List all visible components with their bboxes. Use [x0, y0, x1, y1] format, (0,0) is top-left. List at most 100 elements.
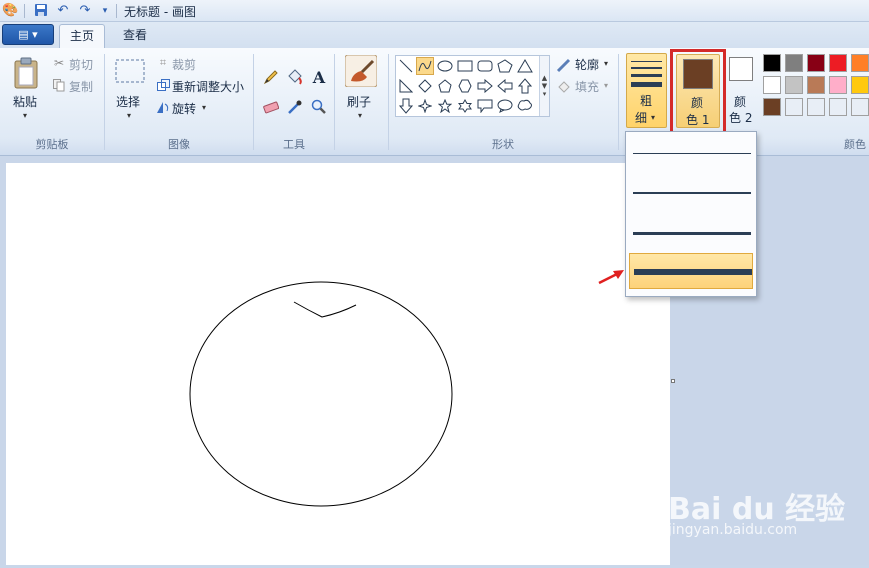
colors-group-label: 颜色	[844, 138, 866, 151]
size-option-size-3px[interactable]	[629, 175, 753, 211]
scroll-up-icon[interactable]: ▲	[542, 74, 547, 82]
rotate-dropdown-arrow[interactable]: ▾	[202, 103, 206, 112]
rectangle-shape-icon[interactable]	[456, 57, 474, 75]
magnifier-icon[interactable]	[309, 97, 329, 117]
divider	[24, 4, 25, 18]
size-dropdown-menu	[625, 131, 757, 297]
palette-swatch[interactable]	[785, 98, 803, 116]
crop-button[interactable]: 裁剪	[172, 56, 196, 73]
pentagon-shape-icon[interactable]	[436, 77, 454, 95]
shapes-scrollbar[interactable]: ▲ ▼ ▾	[539, 56, 549, 116]
select-dropdown-arrow[interactable]: ▾	[127, 111, 131, 120]
oval-shape-icon[interactable]	[436, 57, 454, 75]
scroll-down-icon[interactable]: ▼	[542, 82, 547, 90]
shapes-group-label: 形状	[492, 138, 514, 151]
text-tool-icon[interactable]: A	[309, 67, 329, 87]
curve-shape-icon[interactable]	[416, 57, 434, 75]
line-shape-icon[interactable]	[397, 57, 415, 75]
paste-button[interactable]: 粘贴	[13, 93, 37, 110]
palette-swatch[interactable]	[807, 76, 825, 94]
rotate-button[interactable]: 旋转	[172, 100, 196, 117]
eraser-icon[interactable]	[261, 97, 281, 117]
polygon-shape-icon[interactable]	[496, 57, 514, 75]
palette-swatch[interactable]	[851, 54, 869, 72]
five-point-star-shape-icon[interactable]	[436, 97, 454, 115]
paste-dropdown-arrow[interactable]: ▾	[23, 111, 27, 120]
right-arrow-shape-icon[interactable]	[476, 77, 494, 95]
size-option-line	[633, 232, 751, 235]
size-option-size-8px[interactable]	[629, 253, 753, 289]
customize-quick-access-icon[interactable]: ▾	[97, 3, 113, 19]
palette-swatch[interactable]	[763, 54, 781, 72]
color2-label-line2[interactable]: 色 2	[729, 109, 752, 126]
copy-button[interactable]: 复制	[69, 78, 93, 95]
cloud-callout-shape-icon[interactable]	[516, 97, 534, 115]
scissors-icon: ✂	[53, 56, 65, 70]
canvas-resize-handle[interactable]	[671, 379, 675, 383]
undo-icon[interactable]: ↶	[55, 3, 71, 19]
rectangle-callout-shape-icon[interactable]	[476, 97, 494, 115]
select-button[interactable]: 选择	[116, 93, 140, 110]
four-point-star-shape-icon[interactable]	[416, 97, 434, 115]
watermark-url: jingyan.baidu.com	[668, 522, 798, 538]
size-dropdown-arrow: ▾	[651, 113, 656, 122]
down-arrow-shape-icon[interactable]	[397, 97, 415, 115]
brushes-icon[interactable]	[345, 55, 377, 87]
palette-swatch[interactable]	[785, 76, 803, 94]
size-option-size-1px[interactable]	[629, 135, 753, 171]
brushes-button[interactable]: 刷子	[347, 93, 371, 110]
palette-swatch[interactable]	[785, 54, 803, 72]
size-button[interactable]: 粗 细 ▾	[626, 53, 667, 128]
palette-swatch[interactable]	[829, 98, 847, 116]
rounded-rectangle-shape-icon[interactable]	[476, 57, 494, 75]
palette-swatch[interactable]	[807, 98, 825, 116]
paste-icon[interactable]	[12, 56, 40, 90]
tab-home[interactable]: 主页	[59, 24, 105, 48]
six-point-star-shape-icon[interactable]	[456, 97, 474, 115]
app-menu-button[interactable]: ▤ ▾	[2, 24, 54, 45]
resize-button[interactable]: 重新调整大小	[172, 78, 244, 95]
palette-swatch[interactable]	[829, 54, 847, 72]
expand-gallery-icon[interactable]: ▾	[543, 90, 547, 98]
paint-app-icon[interactable]: 🎨	[2, 3, 18, 19]
hexagon-shape-icon[interactable]	[456, 77, 474, 95]
drawing-canvas[interactable]	[6, 163, 670, 565]
drawn-curve	[293, 301, 357, 318]
fill-button[interactable]: 填充	[575, 78, 599, 95]
annotation-arrow-icon	[598, 270, 624, 285]
pencil-icon[interactable]	[261, 67, 281, 87]
palette-swatch[interactable]	[763, 76, 781, 94]
right-triangle-shape-icon[interactable]	[397, 77, 415, 95]
resize-icon	[156, 78, 170, 92]
clipboard-group-label: 剪贴板	[35, 138, 69, 151]
size-option-line	[633, 192, 751, 194]
left-arrow-shape-icon[interactable]	[496, 77, 514, 95]
divider	[334, 54, 335, 150]
up-arrow-shape-icon[interactable]	[516, 77, 534, 95]
color2-label-line1[interactable]: 颜	[734, 93, 746, 110]
cut-button[interactable]: 剪切	[69, 56, 93, 73]
outline-dropdown-arrow[interactable]: ▾	[604, 59, 608, 68]
palette-swatch[interactable]	[763, 98, 781, 116]
redo-icon[interactable]: ↷	[77, 3, 93, 19]
oval-callout-shape-icon[interactable]	[496, 97, 514, 115]
fill-dropdown-arrow[interactable]: ▾	[604, 81, 608, 90]
color2-swatch[interactable]	[729, 57, 753, 81]
palette-swatch[interactable]	[851, 76, 869, 94]
color-picker-icon[interactable]	[285, 97, 305, 117]
drawing-layer	[189, 281, 453, 507]
diamond-shape-icon[interactable]	[416, 77, 434, 95]
tab-view[interactable]: 查看	[115, 24, 155, 48]
triangle-shape-icon[interactable]	[516, 57, 534, 75]
palette-swatch[interactable]	[807, 54, 825, 72]
palette-swatch[interactable]	[851, 98, 869, 116]
select-rectangle-icon[interactable]	[115, 58, 145, 84]
save-icon[interactable]	[33, 3, 49, 19]
palette-swatch[interactable]	[829, 76, 847, 94]
brushes-dropdown-arrow[interactable]: ▾	[358, 111, 362, 120]
image-group-label: 图像	[168, 138, 190, 151]
outline-button[interactable]: 轮廓	[575, 56, 599, 73]
window-title: 无标题 - 画图	[124, 5, 196, 19]
fill-bucket-icon[interactable]	[285, 67, 305, 87]
size-option-size-5px[interactable]	[629, 215, 753, 251]
